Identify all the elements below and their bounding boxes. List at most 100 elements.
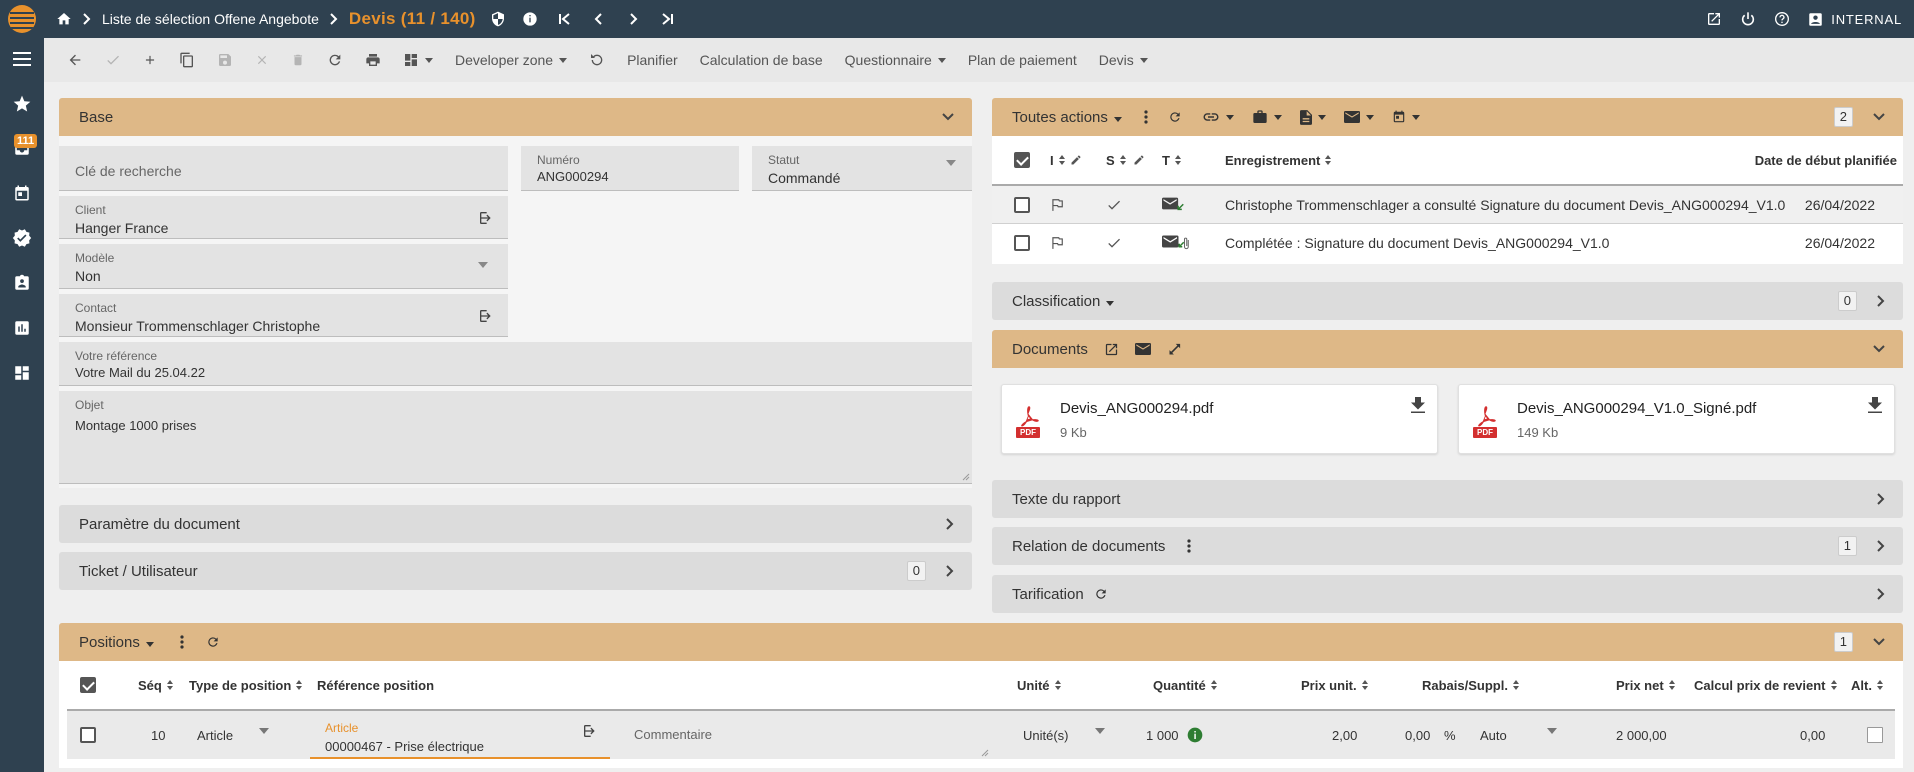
base-section-header[interactable]: Base [59, 98, 972, 136]
documents-section-header[interactable]: Documents [992, 330, 1903, 368]
next-record-icon[interactable] [626, 12, 640, 26]
col-rabais-header[interactable]: Rabais/Suppl. [1422, 678, 1520, 693]
delete-button[interactable] [280, 38, 316, 82]
search-key-field[interactable]: Clé de recherche [59, 146, 508, 191]
devis-menu[interactable]: Devis [1088, 38, 1159, 82]
back-button[interactable] [56, 38, 94, 82]
refresh-icon[interactable] [206, 635, 220, 649]
first-record-icon[interactable] [558, 12, 572, 26]
download-icon[interactable] [1411, 397, 1425, 413]
reference-input[interactable]: Article 00000467 - Prise électrique [310, 715, 610, 759]
open-link-icon[interactable] [478, 210, 494, 226]
classification-menu[interactable]: Classification [1012, 293, 1115, 310]
col-type-header[interactable]: Type de position [189, 678, 303, 693]
download-icon[interactable] [1868, 397, 1882, 413]
col-record-header[interactable]: Enregistrement [1225, 153, 1332, 168]
document-name[interactable]: Devis_ANG000294.pdf [1060, 400, 1213, 417]
contact-field[interactable]: Contact Monsieur Trommenschlager Christo… [59, 294, 508, 337]
table-row[interactable]: Christophe Trommenschlager a consulté Si… [992, 184, 1903, 223]
save-button[interactable] [206, 38, 244, 82]
home-icon[interactable] [56, 11, 72, 27]
planifier-button[interactable]: Planifier [616, 38, 689, 82]
prix-unit-value[interactable]: 2,00 [1332, 711, 1357, 759]
rabais-value[interactable]: 0,00 [1405, 711, 1430, 759]
classification-section[interactable]: Classification 0 [992, 282, 1903, 320]
table-row[interactable]: Complétée : Signature du document Devis_… [992, 223, 1903, 262]
more-vert-icon[interactable] [1144, 110, 1148, 124]
col-i-header[interactable]: I [1050, 153, 1082, 168]
calculation-button[interactable]: Calculation de base [689, 38, 834, 82]
layout-button[interactable] [392, 38, 444, 82]
contact-card-icon[interactable] [10, 271, 34, 295]
document-card[interactable]: PDF Devis_ANG000294_V1.0_Signé.pdf 149 K… [1458, 384, 1895, 454]
print-button[interactable] [354, 38, 392, 82]
questionnaire-menu[interactable]: Questionnaire [834, 38, 957, 82]
chevron-down-icon[interactable] [1873, 113, 1885, 121]
comment-textarea[interactable]: Commentaire [623, 715, 993, 759]
select-all-checkbox[interactable] [1014, 152, 1030, 168]
expand-icon[interactable] [1167, 342, 1182, 357]
client-field[interactable]: Client Hanger France [59, 196, 508, 239]
verified-icon[interactable] [10, 226, 34, 250]
add-button[interactable] [132, 38, 168, 82]
modele-select[interactable]: Modèle Non [59, 244, 508, 289]
chevron-down-icon[interactable] [942, 113, 954, 121]
history-button[interactable] [578, 38, 616, 82]
unite-select[interactable]: Unité(s) [1023, 711, 1105, 759]
more-vert-icon[interactable] [180, 635, 184, 649]
shield-icon[interactable] [490, 11, 506, 27]
reports-icon[interactable] [10, 316, 34, 340]
open-external-icon[interactable] [1104, 342, 1119, 357]
validate-button[interactable] [94, 38, 132, 82]
help-icon[interactable] [1774, 11, 1790, 27]
select-all-checkbox[interactable] [80, 677, 96, 693]
link-icon[interactable] [1202, 112, 1234, 122]
col-alt-header[interactable]: Alt. [1851, 678, 1884, 693]
calendar-icon[interactable] [10, 181, 34, 205]
type-select[interactable]: Article [197, 711, 270, 759]
more-vert-icon[interactable] [1187, 539, 1192, 553]
numero-field[interactable]: Numéro ANG000294 [521, 146, 739, 191]
col-date-header[interactable]: Date de début planifiée [1755, 153, 1897, 168]
refresh-button[interactable] [316, 38, 354, 82]
row-checkbox[interactable] [80, 727, 96, 743]
open-link-icon[interactable] [582, 723, 598, 739]
power-icon[interactable] [1740, 11, 1756, 27]
flag-icon[interactable] [1050, 224, 1064, 262]
tarification-section[interactable]: Tarification [992, 575, 1903, 613]
event-icon[interactable] [1392, 110, 1420, 124]
relation-docs-section[interactable]: Relation de documents 1 [992, 527, 1903, 565]
actions-section-header[interactable]: Toutes actions 2 [992, 98, 1903, 136]
reference-field[interactable]: Votre référence Votre Mail du 25.04.22 [59, 342, 972, 386]
row-checkbox[interactable] [1014, 235, 1030, 251]
ticket-section[interactable]: Ticket / Utilisateur 0 [59, 552, 972, 590]
texte-rapport-section[interactable]: Texte du rapport [992, 480, 1903, 518]
param-doc-section[interactable]: Paramètre du document [59, 505, 972, 543]
plan-paiement-button[interactable]: Plan de paiement [957, 38, 1088, 82]
objet-textarea[interactable]: Objet Montage 1000 prises [59, 391, 972, 484]
briefcase-icon[interactable] [1252, 110, 1282, 124]
flag-icon[interactable] [1050, 186, 1064, 223]
actions-menu[interactable]: Toutes actions [1012, 109, 1122, 126]
mail-icon[interactable] [1134, 343, 1151, 355]
col-unite-header[interactable]: Unité [1017, 678, 1062, 693]
open-link-icon[interactable] [478, 308, 494, 324]
user-icon[interactable]: INTERNAL [1808, 12, 1902, 27]
info-icon[interactable] [522, 11, 538, 27]
star-icon[interactable] [10, 92, 34, 116]
rabais-mode-select[interactable]: Auto [1480, 711, 1557, 759]
positions-section-header[interactable]: Positions 1 [59, 623, 1903, 661]
dashboard-icon[interactable] [10, 361, 34, 385]
col-t-header[interactable]: T [1162, 153, 1182, 168]
mail-icon[interactable] [1343, 111, 1374, 123]
external-link-icon[interactable] [1706, 11, 1722, 27]
last-record-icon[interactable] [660, 12, 674, 26]
developer-zone-menu[interactable]: Developer zone [444, 38, 578, 82]
table-row[interactable]: 10 Article Article 00000467 - Prise élec… [67, 709, 1895, 759]
col-ref-header[interactable]: Référence position [317, 678, 434, 693]
quantite-value[interactable]: 1 000 [1146, 711, 1203, 759]
breadcrumb-list-link[interactable]: Liste de sélection Offene Angebote [102, 11, 319, 27]
cancel-button[interactable] [244, 38, 280, 82]
app-logo[interactable] [0, 0, 44, 38]
document-card[interactable]: PDF Devis_ANG000294.pdf 9 Kb [1001, 384, 1438, 454]
